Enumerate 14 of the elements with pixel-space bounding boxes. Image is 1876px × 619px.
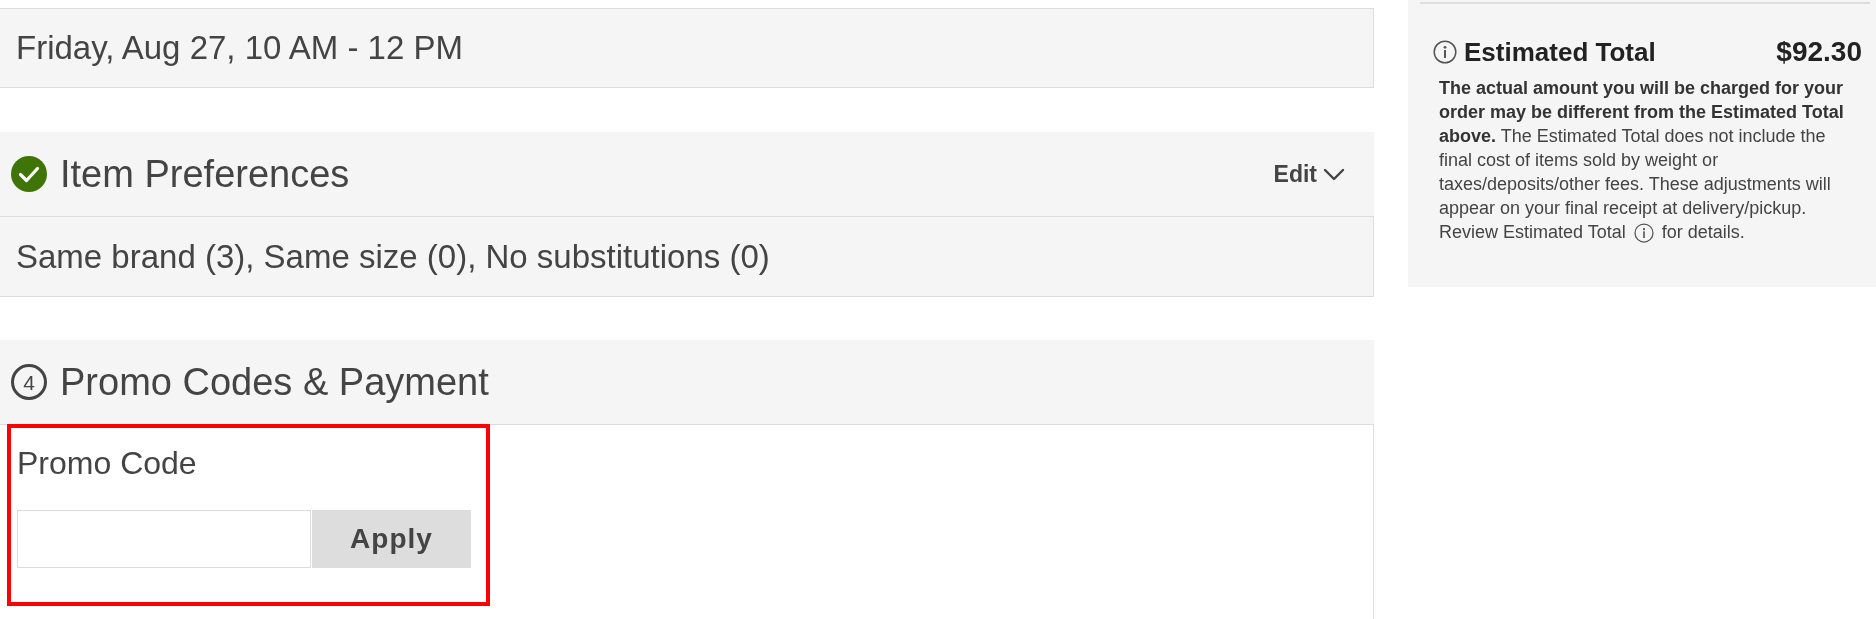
section-title: Item Preferences bbox=[60, 152, 351, 196]
edit-button[interactable]: Edit bbox=[1273, 160, 1345, 188]
section-title: Promo Codes & Payment bbox=[60, 360, 490, 404]
step-number: 4 bbox=[11, 364, 47, 400]
promo-code-field[interactable] bbox=[17, 510, 311, 568]
preferences-summary: Same brand (3), Same size (0), No substitutions (0) bbox=[16, 237, 770, 276]
apply-button[interactable]: Apply bbox=[312, 510, 471, 568]
disclaimer-text: The actual amount you will be charged for your order may be different from the Estimated Total above. The Estimated Total does not include the final cost of items sold by weight or taxes/deposits/other fees. These adjustments will appear on your final receipt at delivery/pickup. Review Estimated Total for details. bbox=[1439, 77, 1845, 244]
delivery-window-text: Friday, Aug 27, 10 AM - 12 PM bbox=[16, 29, 463, 67]
estimated-total-title: Estimated Total bbox=[1464, 36, 1656, 68]
promo-code-label: Promo Code bbox=[17, 444, 197, 482]
info-icon bbox=[1433, 40, 1457, 64]
estimated-total-amount: $92.30 bbox=[1776, 36, 1862, 68]
info-icon bbox=[1633, 223, 1654, 243]
